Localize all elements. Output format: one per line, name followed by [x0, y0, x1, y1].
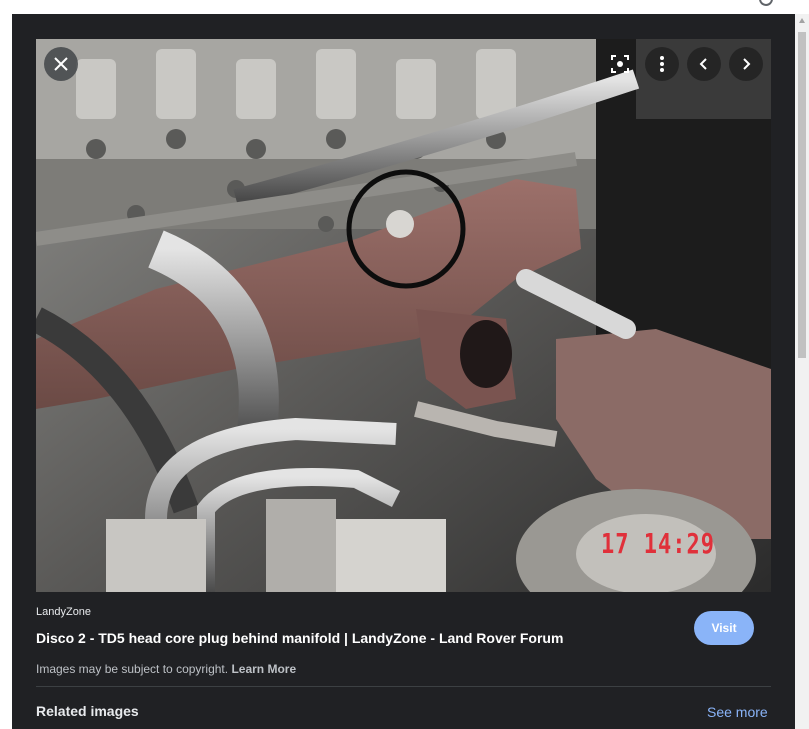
next-image-button[interactable] [729, 47, 763, 81]
source-site[interactable]: LandyZone [36, 606, 91, 618]
preview-image[interactable]: 17 14:29 [36, 39, 771, 592]
visual-search-button[interactable] [603, 47, 637, 81]
more-options-button[interactable] [645, 47, 679, 81]
photo-timestamp: 17 14:29 [601, 529, 715, 561]
page-top-strip [0, 0, 809, 14]
previous-image-button[interactable] [687, 47, 721, 81]
engine-photo [36, 39, 771, 592]
scrollbar-thumb[interactable] [798, 32, 806, 358]
chevron-left-icon [699, 58, 707, 70]
copyright-text: Images may be subject to copyright. [36, 662, 229, 676]
chevron-right-icon [743, 58, 751, 70]
more-vert-icon [660, 56, 664, 72]
close-button[interactable] [44, 47, 78, 81]
scrollbar[interactable] [795, 14, 809, 729]
close-icon [54, 57, 68, 71]
divider [36, 686, 771, 687]
image-title[interactable]: Disco 2 - TD5 head core plug behind mani… [36, 630, 563, 646]
search-icon[interactable] [759, 0, 773, 6]
image-viewer-panel: 17 14:29 LandyZone Disco 2 - TD5 head co… [12, 14, 795, 729]
related-images-heading: Related images [36, 703, 139, 719]
see-more-link[interactable]: See more [707, 704, 768, 720]
scroll-up-arrow[interactable] [799, 18, 805, 23]
lens-icon [611, 55, 629, 73]
copyright-notice: Images may be subject to copyright. Lear… [36, 662, 296, 676]
visit-button[interactable]: Visit [694, 611, 754, 645]
learn-more-link[interactable]: Learn More [231, 662, 296, 676]
